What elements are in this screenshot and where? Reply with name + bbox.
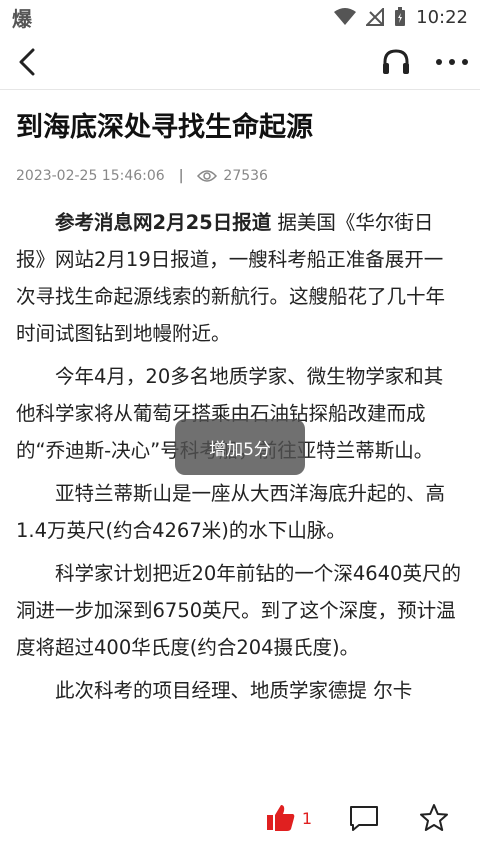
article-paragraph: 科学家计划把近20年前钻的一个深4640英尺的洞进一步加深到6750英尺。到了这…: [16, 562, 461, 659]
like-count: 1: [301, 808, 312, 828]
favorite-button[interactable]: [416, 800, 452, 836]
article-meta: 2023-02-25 15:46:06 | 27536: [16, 168, 462, 184]
back-icon: [19, 48, 35, 75]
like-button[interactable]: 1: [266, 804, 312, 832]
publish-date: 2023-02-25 15:46:06: [16, 168, 165, 184]
thumbs-up-icon: [266, 805, 295, 831]
top-nav-bar: [0, 34, 480, 90]
clock: 10:22: [416, 6, 468, 28]
bottom-action-bar: 1: [0, 783, 480, 853]
meta-separator: |: [178, 168, 184, 184]
star-icon: [420, 804, 448, 831]
article-lead: 参考消息网2月25日报道: [55, 211, 272, 234]
comment-icon: [350, 806, 378, 831]
more-button[interactable]: [434, 44, 470, 80]
battery-icon: [395, 7, 406, 26]
article-paragraph: 此次科考的项目经理、地质学家德提 尔卡: [55, 679, 413, 702]
app-notification-icon: 爆: [12, 6, 32, 31]
status-bar: 爆 10:22: [0, 0, 480, 34]
back-button[interactable]: [10, 44, 46, 80]
points-toast: 增加5分: [175, 419, 305, 475]
more-icon: [436, 58, 468, 65]
view-count: 27536: [223, 168, 268, 184]
article-paragraph: 亚特兰蒂斯山是一座从大西洋海底升起的、高1.4万英尺(约合4267米)的水下山脉…: [16, 482, 446, 542]
article: 到海底深处寻找生命起源 2023-02-25 15:46:06 | 27536 …: [16, 100, 462, 715]
eye-icon: [197, 169, 218, 183]
wifi-icon: [334, 8, 357, 25]
article-paragraph: 参考消息网2月25日报道 据美国《华尔街日报》网站2月19日报道，一艘科考船正准…: [16, 204, 462, 352]
headphones-icon: [383, 48, 409, 74]
comment-button[interactable]: [346, 800, 382, 836]
listen-button[interactable]: [378, 44, 414, 80]
article-title: 到海底深处寻找生命起源: [16, 112, 313, 143]
status-icons: 10:22: [334, 7, 468, 28]
signal-icon: [366, 8, 385, 26]
